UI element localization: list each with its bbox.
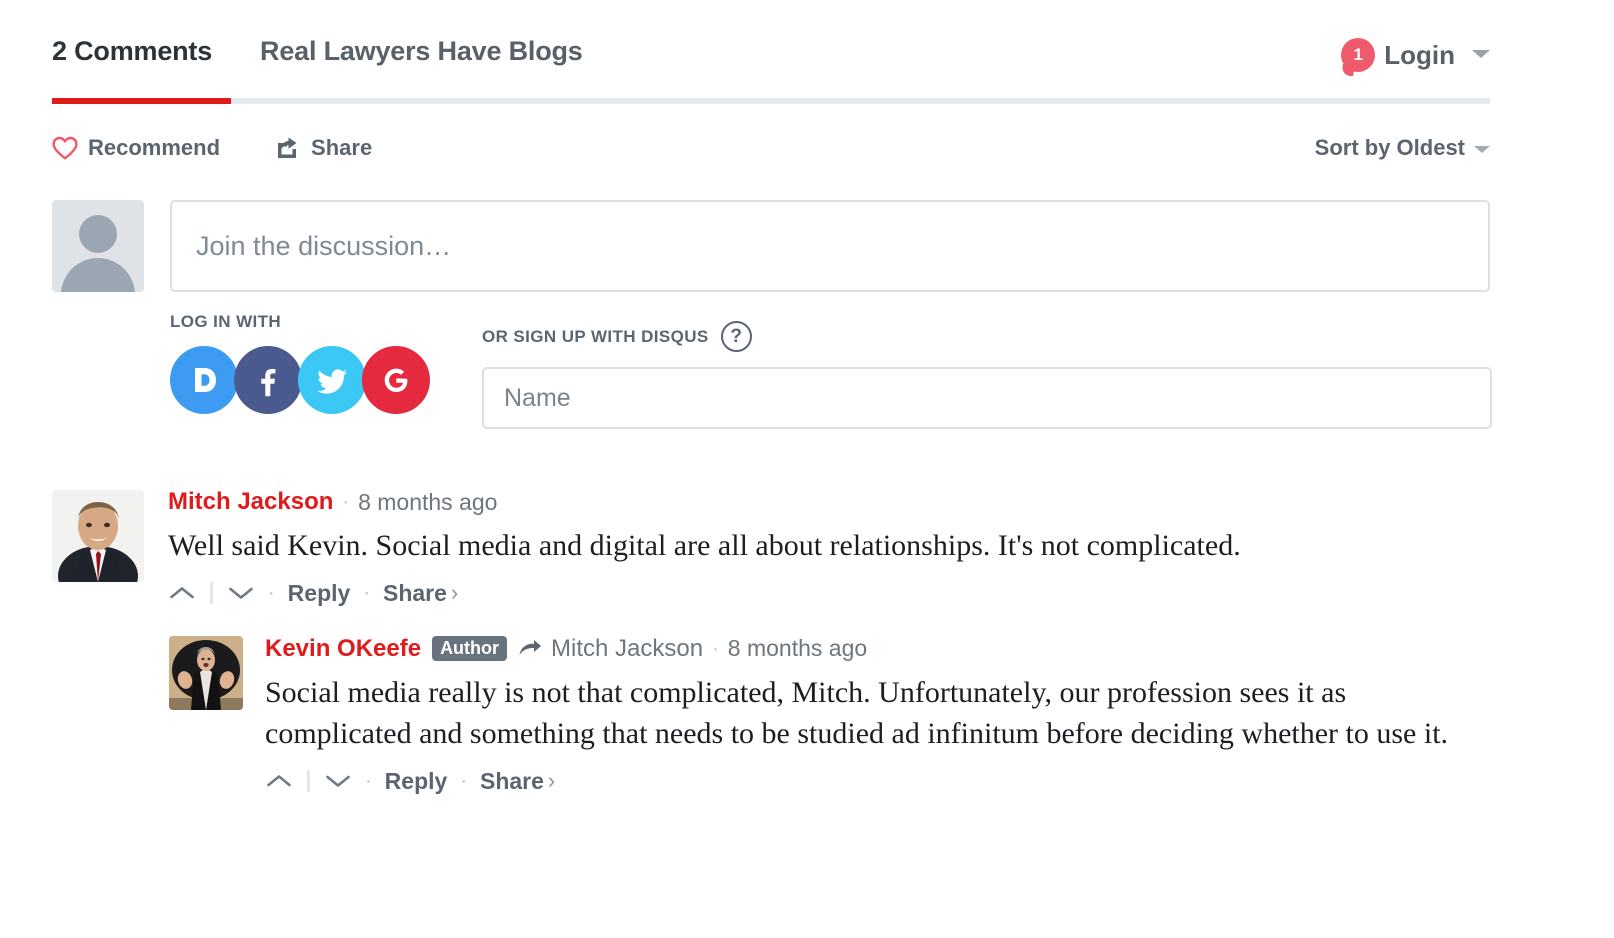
- comment-header: Kevin OKeefe Author Mitch Jackson · 8 mo…: [265, 636, 1502, 662]
- reply-button[interactable]: Reply: [288, 580, 351, 607]
- twitter-login-icon[interactable]: [298, 346, 366, 414]
- separator-dot: ·: [365, 769, 372, 792]
- downvote-icon[interactable]: [324, 769, 352, 793]
- social-login-icons: [170, 346, 482, 414]
- comment-text: Well said Kevin. Social media and digita…: [168, 529, 1241, 562]
- downvote-icon[interactable]: [227, 581, 255, 605]
- login-button[interactable]: 1 Login: [1341, 38, 1490, 72]
- author-badge: Author: [432, 636, 508, 662]
- tab-underline-track: [52, 98, 1490, 104]
- disqus-login-icon[interactable]: [170, 346, 238, 414]
- recommend-label: Recommend: [88, 135, 221, 160]
- share-button[interactable]: Share: [276, 135, 372, 161]
- comment-input[interactable]: Join the discussion…: [170, 200, 1490, 292]
- comment-author[interactable]: Kevin OKeefe: [265, 636, 421, 661]
- separator-dot: ·: [712, 637, 719, 660]
- avatar: [52, 200, 144, 292]
- share-button[interactable]: Share: [383, 580, 447, 607]
- comment-item: Mitch Jackson · 8 months ago Well said K…: [52, 490, 1502, 608]
- sort-label: Sort by Oldest: [1314, 135, 1465, 160]
- avatar-body: [61, 258, 135, 292]
- google-login-icon[interactable]: [362, 346, 430, 414]
- log-in-with-label: LOG IN WITH: [170, 312, 282, 331]
- upvote-icon[interactable]: [168, 581, 196, 605]
- reply-arrow-icon: [518, 639, 542, 658]
- separator-dot: ·: [363, 581, 370, 604]
- comment-author[interactable]: Mitch Jackson: [168, 490, 333, 514]
- vote-divider: [307, 770, 310, 793]
- avatar[interactable]: [169, 636, 243, 711]
- comment-item: Kevin OKeefe Author Mitch Jackson · 8 mo…: [169, 636, 1502, 796]
- share-button[interactable]: Share: [480, 768, 544, 795]
- reply-button[interactable]: Reply: [385, 768, 448, 795]
- vote-divider: [210, 582, 213, 605]
- share-label: Share: [311, 135, 373, 160]
- tab-comments[interactable]: 2 Comments: [52, 36, 212, 67]
- notification-badge[interactable]: 1: [1341, 38, 1376, 72]
- tab-site-name[interactable]: Real Lawyers Have Blogs: [260, 36, 583, 67]
- separator-dot: ·: [342, 491, 350, 513]
- login-options-row: LOG IN WITH OR SIGN UP WITH DISQUS ? Nam…: [170, 312, 1492, 429]
- comment-body: Kevin OKeefe Author Mitch Jackson · 8 mo…: [265, 636, 1502, 796]
- comment-input-placeholder: Join the discussion…: [196, 230, 452, 261]
- chevron-down-icon: [1472, 49, 1490, 58]
- comment-timestamp[interactable]: 8 months ago: [358, 490, 497, 514]
- facebook-login-icon[interactable]: [234, 346, 302, 414]
- sort-dropdown[interactable]: Sort by Oldest: [1315, 135, 1490, 161]
- name-input[interactable]: Name: [482, 367, 1492, 429]
- separator-dot: ·: [460, 769, 467, 792]
- avatar[interactable]: [52, 490, 144, 582]
- comments-header: 2 Comments Real Lawyers Have Blogs 1 Log…: [52, 36, 1490, 108]
- comment-footer: · Reply · Share ›: [168, 578, 1502, 608]
- tab-underline-active: [52, 98, 231, 104]
- sign-up-column: OR SIGN UP WITH DISQUS ? Name: [482, 312, 1492, 429]
- chevron-right-icon: ›: [450, 580, 459, 606]
- comment-header: Mitch Jackson · 8 months ago: [168, 490, 1502, 514]
- comment-footer: · Reply · Share ›: [265, 766, 1502, 796]
- share-icon: [276, 136, 301, 160]
- chevron-right-icon: ›: [547, 768, 556, 794]
- comment-text: Social media really is not that complica…: [265, 676, 1449, 751]
- action-bar: Recommend Share Sort by Oldest: [52, 128, 1490, 168]
- comment-list: Mitch Jackson · 8 months ago Well said K…: [52, 490, 1502, 796]
- chevron-down-icon: [1474, 146, 1490, 153]
- log-in-with-column: LOG IN WITH: [170, 312, 482, 414]
- separator-dot: ·: [268, 581, 275, 604]
- help-icon[interactable]: ?: [720, 321, 752, 352]
- name-input-placeholder: Name: [504, 383, 571, 412]
- login-label: Login: [1384, 39, 1455, 70]
- avatar-head: [79, 215, 117, 253]
- or-sign-up-label: OR SIGN UP WITH DISQUS: [482, 326, 709, 346]
- comment-composer: Join the discussion… LOG IN WITH OR SIGN…: [52, 200, 1492, 429]
- comment-timestamp[interactable]: 8 months ago: [728, 637, 867, 660]
- comment-body: Mitch Jackson · 8 months ago Well said K…: [168, 490, 1502, 608]
- recommend-button[interactable]: Recommend: [52, 135, 220, 161]
- heart-icon: [52, 136, 78, 160]
- reply-target-author[interactable]: Mitch Jackson: [551, 636, 703, 661]
- disqus-comments-widget: 2 Comments Real Lawyers Have Blogs 1 Log…: [0, 0, 1614, 938]
- upvote-icon[interactable]: [265, 769, 293, 793]
